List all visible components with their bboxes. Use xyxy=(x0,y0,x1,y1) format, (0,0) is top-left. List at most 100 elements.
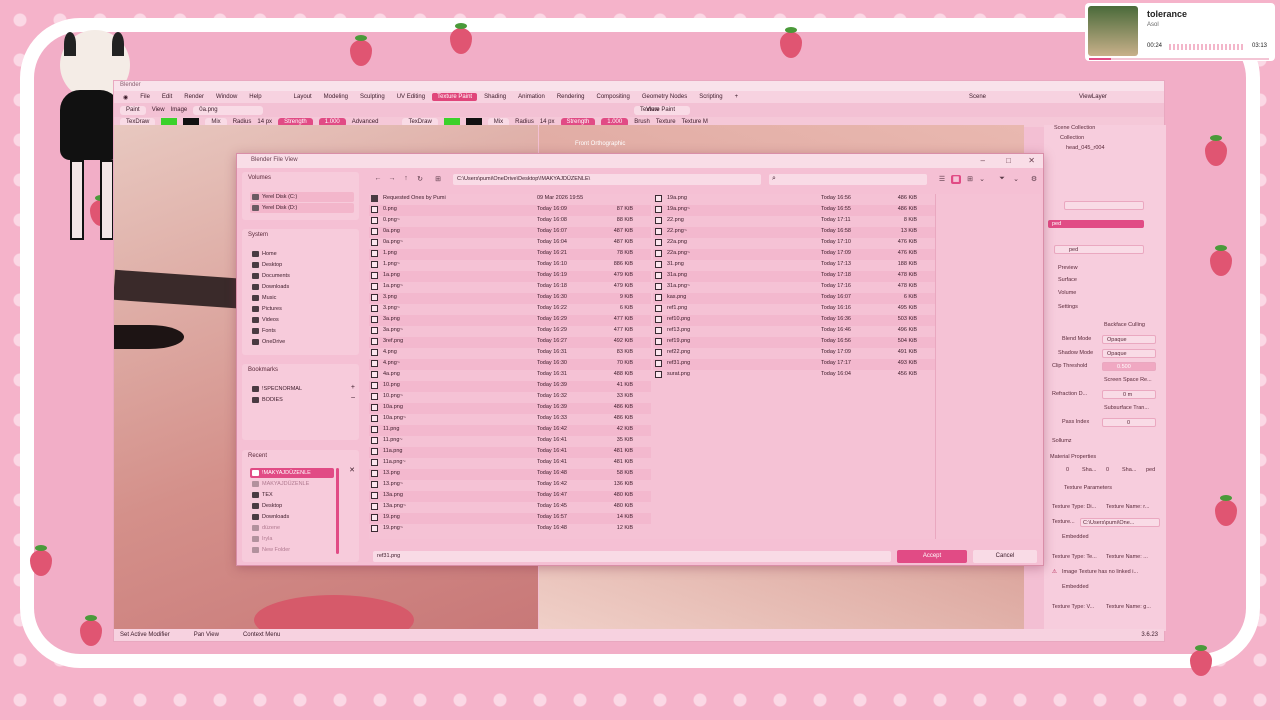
backface-culling-checkbox[interactable]: Backface Culling xyxy=(1104,322,1145,328)
file-row[interactable]: Requested Ones by Pumi 09 Mar 2026 19:55 xyxy=(369,194,651,205)
file-row[interactable]: 22.png Today 17:11 8 KiB xyxy=(653,216,935,227)
menu-render[interactable]: Render xyxy=(179,93,209,101)
recent-item[interactable]: Desktop xyxy=(250,501,286,511)
system-header[interactable]: System xyxy=(242,229,359,241)
recent-item[interactable]: düzene xyxy=(250,523,284,533)
bookmarks-header[interactable]: Bookmarks xyxy=(242,364,359,376)
recent-item[interactable]: MAKYAJDÜZENLE xyxy=(250,479,313,489)
forward-icon[interactable]: → xyxy=(387,175,397,184)
tab-sculpting[interactable]: Sculpting xyxy=(355,93,390,101)
file-row[interactable]: 10a.png~ Today 16:33 486 KiB xyxy=(369,414,651,425)
right-view-menu[interactable]: View xyxy=(646,107,659,113)
right-mode-menu[interactable]: Texture Paint xyxy=(634,105,690,115)
screen-space-checkbox[interactable]: Screen Space Re... xyxy=(1104,377,1152,383)
file-row[interactable]: 22a.png~ Today 17:09 476 KiB xyxy=(653,249,935,260)
file-row[interactable]: 0a.png~ Today 16:04 487 KiB xyxy=(369,238,651,249)
file-row[interactable]: 10a.png Today 16:39 486 KiB xyxy=(369,403,651,414)
material-prop-2[interactable]: 0 xyxy=(1106,467,1109,473)
file-row[interactable]: surat.png Today 16:04 456 KiB xyxy=(653,370,935,381)
add-bookmark-icon[interactable]: + xyxy=(351,384,355,391)
parent-dir-icon[interactable]: ↑ xyxy=(401,175,411,184)
system-item-music[interactable]: Music xyxy=(250,293,280,303)
accept-button[interactable]: Accept xyxy=(897,550,967,563)
maximize-icon[interactable]: □ xyxy=(1006,156,1011,165)
system-item-home[interactable]: Home xyxy=(250,249,281,259)
new-folder-icon[interactable]: ⊞ xyxy=(433,175,443,184)
filter-dropdown-icon[interactable]: ⌄ xyxy=(1011,175,1021,184)
file-row[interactable]: 22.png~ Today 16:58 13 KiB xyxy=(653,227,935,238)
file-row[interactable]: 19.png Today 16:57 14 KiB xyxy=(369,513,651,524)
menu-edit[interactable]: Edit xyxy=(157,93,177,101)
scene-selector[interactable]: Scene xyxy=(964,93,991,101)
close-icon[interactable]: ✕ xyxy=(1028,156,1035,165)
left-mode-menu[interactable]: Paint xyxy=(120,105,146,115)
recent-item-selected[interactable]: !MAKYAJDÜZENLE xyxy=(250,468,334,478)
material-name-field[interactable]: ped xyxy=(1054,245,1144,254)
file-row[interactable]: 1.png Today 16:21 78 KiB xyxy=(369,249,651,260)
clip-threshold-slider[interactable]: 0.500 xyxy=(1102,362,1156,371)
image-selector[interactable]: 0a.png xyxy=(193,105,264,115)
volume-item-c[interactable]: Yerel Disk (C:) xyxy=(250,192,354,202)
shadow-mode-select[interactable]: Opaque xyxy=(1102,349,1156,358)
viewlayer-selector[interactable]: ViewLayer xyxy=(1074,93,1112,101)
recent-item[interactable]: Iryla xyxy=(250,534,276,544)
material-prop-1[interactable]: Sha... xyxy=(1082,467,1096,473)
file-row[interactable]: 3.png~ Today 16:22 6 KiB xyxy=(369,304,651,315)
settings-gear-icon[interactable]: ⚙ xyxy=(1029,175,1039,184)
texture-params-section[interactable]: Texture Parameters xyxy=(1064,485,1112,491)
menu-help[interactable]: Help xyxy=(244,93,266,101)
outliner-search[interactable] xyxy=(1064,201,1144,210)
volume-section[interactable]: Volume xyxy=(1058,290,1076,296)
file-row[interactable]: 10.png Today 16:39 41 KiB xyxy=(369,381,651,392)
preview-section[interactable]: Preview xyxy=(1058,265,1078,271)
file-row[interactable]: 31.png Today 17:13 188 KiB xyxy=(653,260,935,271)
blend-mode-select[interactable]: Opaque xyxy=(1102,335,1156,344)
recent-header[interactable]: Recent xyxy=(242,450,359,462)
volume-item-d[interactable]: Yerel Disk (D:) xyxy=(250,203,354,213)
file-row[interactable]: kas.png Today 16:07 6 KiB xyxy=(653,293,935,304)
file-row[interactable]: ref19.png Today 16:56 504 KiB xyxy=(653,337,935,348)
file-row[interactable]: ref22.png Today 17:09 491 KiB xyxy=(653,348,935,359)
bookmark-item[interactable]: BODIES xyxy=(250,395,287,405)
scene-collection-label[interactable]: Scene Collection xyxy=(1054,125,1095,131)
directory-path-input[interactable]: C:\Users\pumi\OneDrive\Desktop\!MAKYAJDÜ… xyxy=(453,174,761,185)
tab-uv-editing[interactable]: UV Editing xyxy=(392,93,430,101)
recent-item[interactable]: TEX xyxy=(250,490,277,500)
collection-label[interactable]: Collection xyxy=(1060,135,1084,141)
tab-shading[interactable]: Shading xyxy=(479,93,511,101)
surface-section[interactable]: Surface xyxy=(1058,277,1077,283)
recent-item[interactable]: New Folder xyxy=(250,545,294,555)
cancel-button[interactable]: Cancel xyxy=(973,550,1037,563)
left-view-menu[interactable]: View xyxy=(152,107,165,113)
file-row[interactable]: 31a.png~ Today 17:16 478 KiB xyxy=(653,282,935,293)
file-row[interactable]: 19.png~ Today 16:48 12 KiB xyxy=(369,524,651,535)
filename-input[interactable]: ref31.png xyxy=(373,551,891,562)
system-item-pictures[interactable]: Pictures xyxy=(250,304,286,314)
material-prop-0[interactable]: 0 xyxy=(1066,467,1069,473)
filter-icon[interactable]: ⏷ xyxy=(997,175,1007,184)
back-icon[interactable]: ← xyxy=(373,175,383,184)
tab-geometry-nodes[interactable]: Geometry Nodes xyxy=(637,93,692,101)
display-dropdown-icon[interactable]: ⌄ xyxy=(977,175,987,184)
volumes-header[interactable]: Volumes xyxy=(242,172,359,184)
file-row[interactable]: 1a.png~ Today 16:18 479 KiB xyxy=(369,282,651,293)
file-row[interactable]: 4.png Today 16:31 83 KiB xyxy=(369,348,651,359)
remove-recent-icon[interactable]: ✕ xyxy=(349,466,355,474)
system-item-documents[interactable]: Documents xyxy=(250,271,294,281)
tab-texture-paint[interactable]: Texture Paint xyxy=(432,93,478,101)
tab-animation[interactable]: Animation xyxy=(513,93,550,101)
file-row[interactable]: 10.png~ Today 16:32 33 KiB xyxy=(369,392,651,403)
pass-index-field[interactable]: 0 xyxy=(1102,418,1156,427)
tab-rendering[interactable]: Rendering xyxy=(552,93,590,101)
recent-scrollbar[interactable] xyxy=(336,468,339,554)
system-item-videos[interactable]: Videos xyxy=(250,315,283,325)
tab-compositing[interactable]: Compositing xyxy=(592,93,635,101)
vertical-list-icon[interactable]: ☰ xyxy=(937,175,947,184)
file-row[interactable]: 4.png~ Today 16:30 70 KiB xyxy=(369,359,651,370)
file-row[interactable]: 19a.png Today 16:56 486 KiB xyxy=(653,194,935,205)
file-row[interactable]: 11.png Today 16:42 42 KiB xyxy=(369,425,651,436)
waveform[interactable] xyxy=(1169,44,1245,50)
tab-scripting[interactable]: Scripting xyxy=(694,93,727,101)
refraction-field[interactable]: 0 m xyxy=(1102,390,1156,399)
system-item-fonts[interactable]: Fonts xyxy=(250,326,280,336)
